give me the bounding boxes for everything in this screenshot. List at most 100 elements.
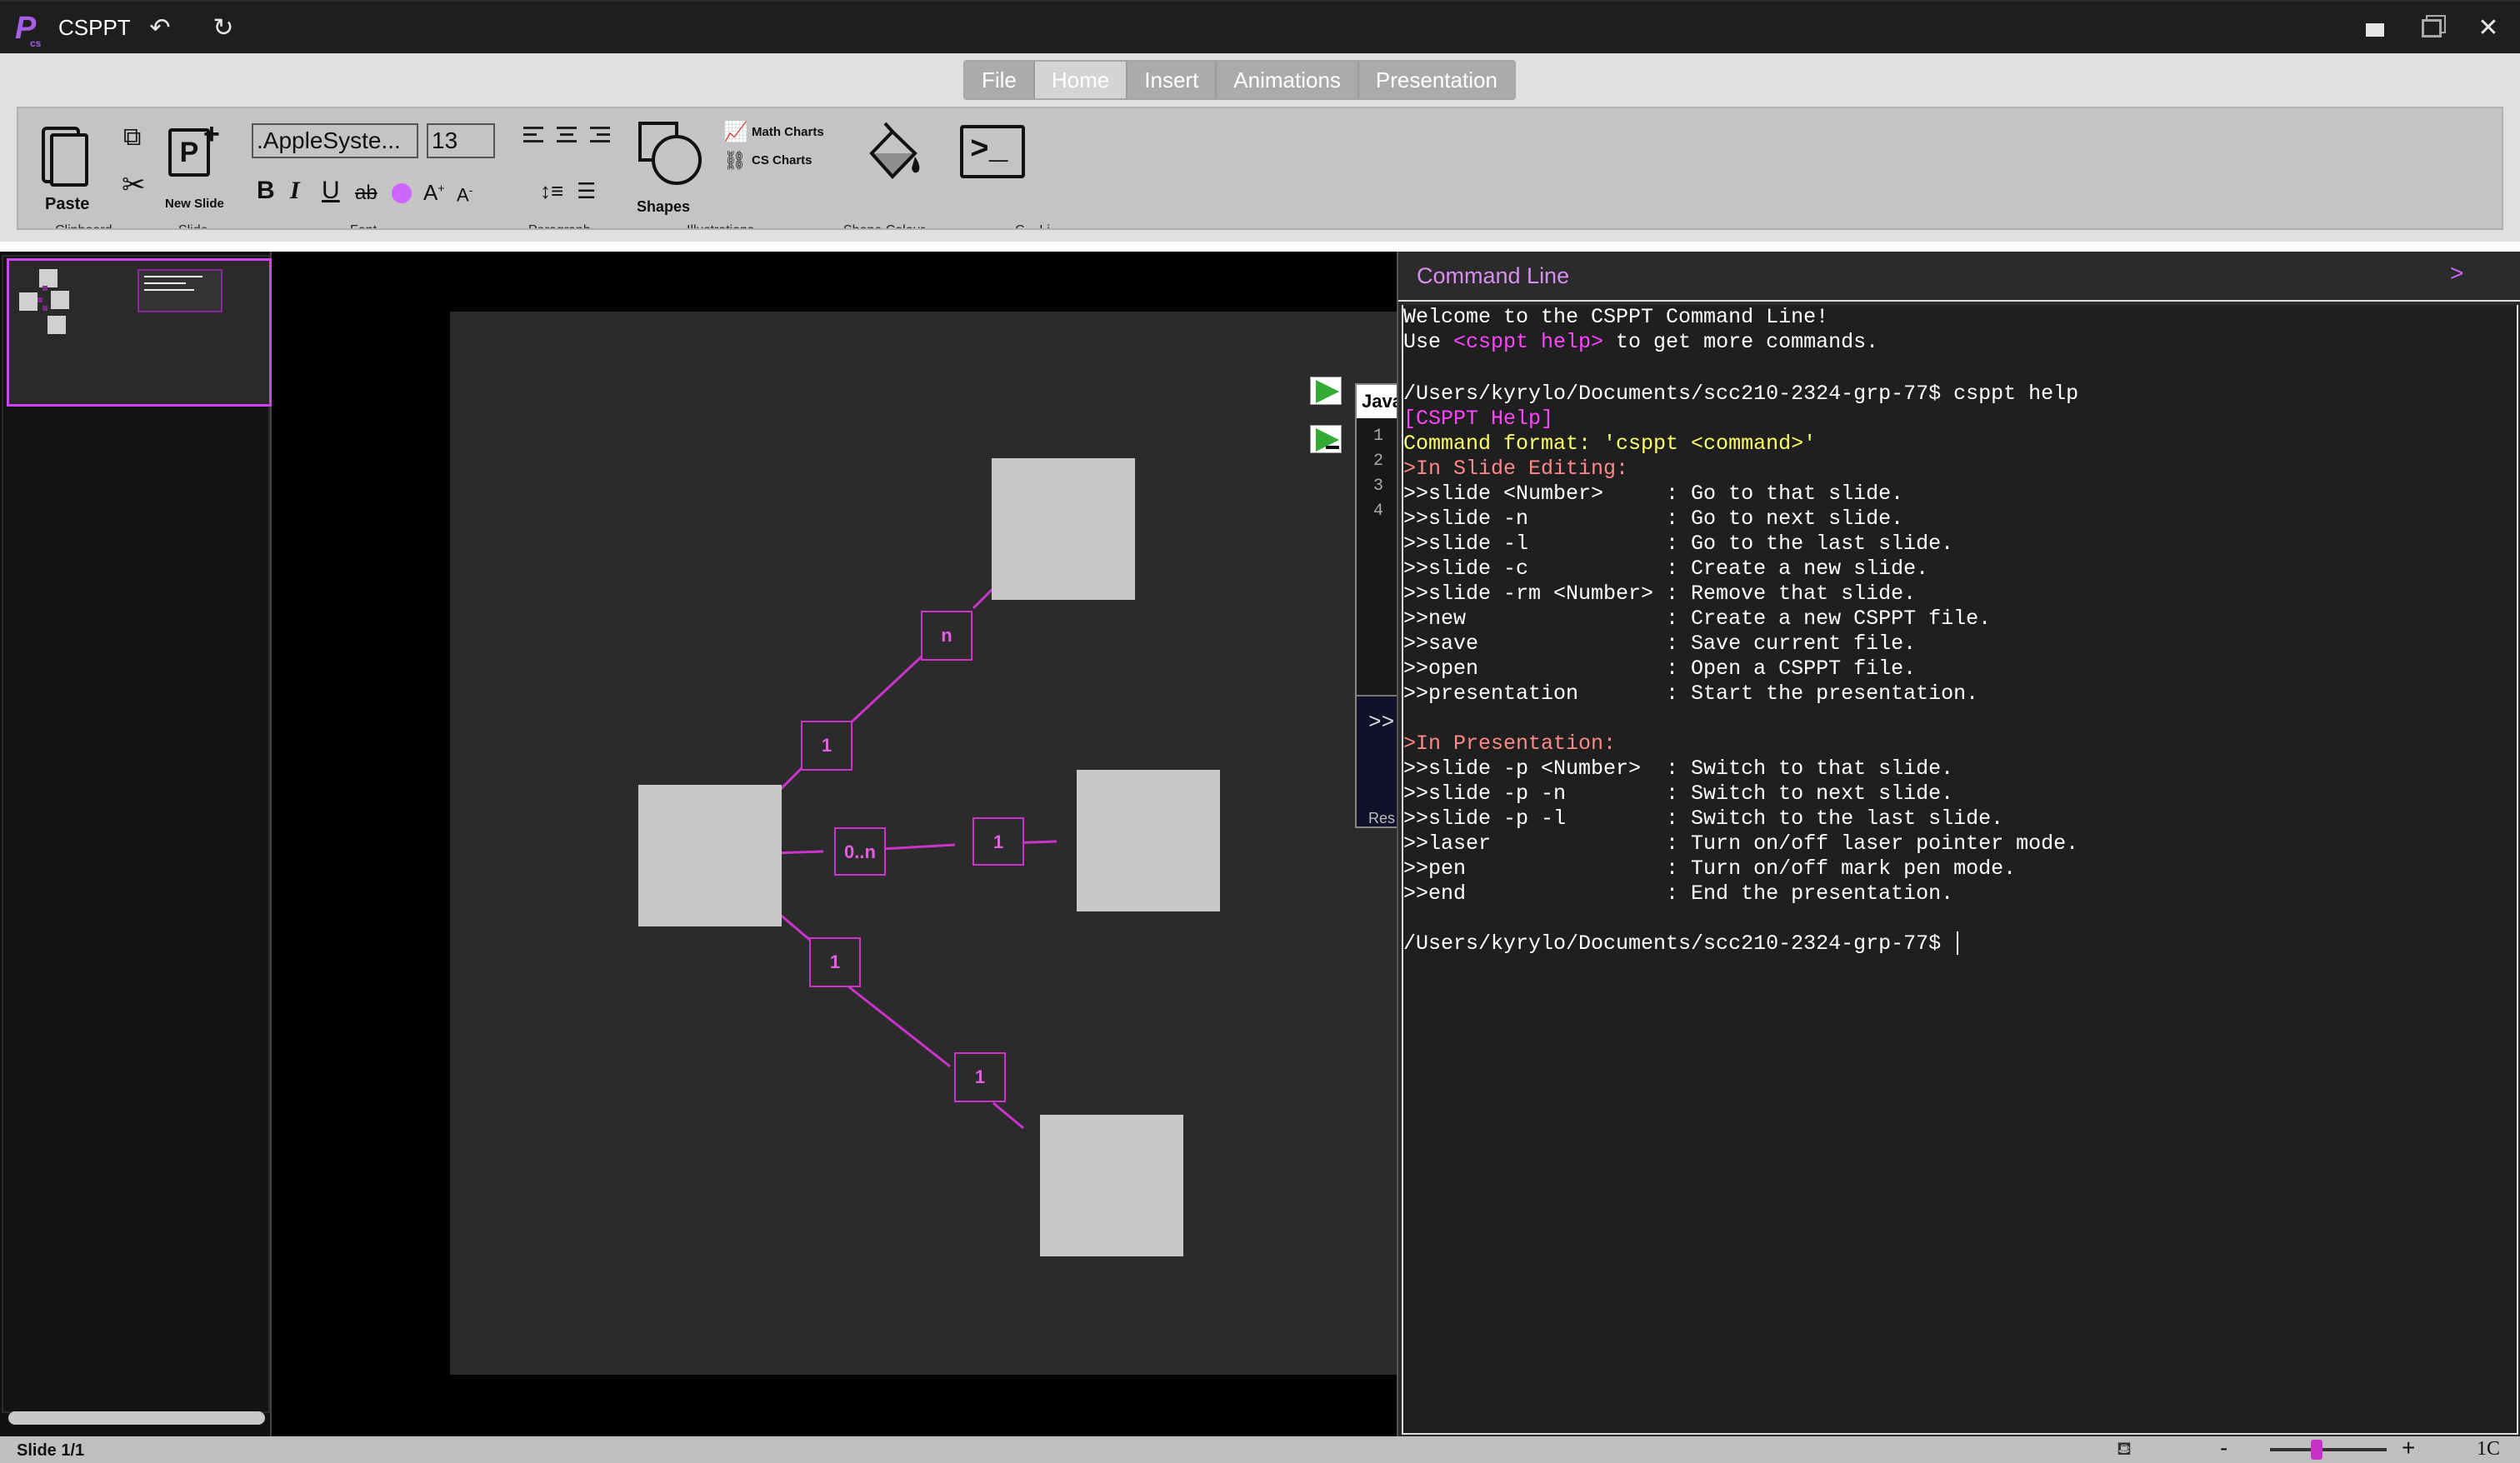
redo-icon[interactable]: ↻ — [207, 12, 240, 45]
connector-line — [848, 985, 951, 1068]
terminal-line: >>slide <Number> : Go to that slide. — [1403, 482, 1904, 506]
text-color-button[interactable] — [392, 183, 412, 203]
terminal-line: Welcome to the CSPPT Command Line! — [1403, 305, 1829, 329]
line-spacing-icon[interactable]: ↕≡ — [540, 178, 563, 204]
zoom-out-button[interactable]: - — [2220, 1435, 2228, 1461]
font-family-field[interactable]: .AppleSyste... — [252, 123, 418, 158]
app-title: CSPPT — [58, 15, 131, 40]
close-window-icon[interactable]: ✕ — [2472, 12, 2505, 45]
thumbnail-scrollbar[interactable] — [8, 1411, 265, 1425]
zoom-slider-thumb[interactable] — [2311, 1440, 2322, 1460]
terminal-line: >>presentation : Start the presentation. — [1403, 682, 1979, 706]
terminal-prompt: /Users/kyrylo/Documents/scc210-2324-grp-… — [1403, 931, 1954, 956]
italic-button[interactable]: I — [290, 177, 300, 205]
status-bar: Slide 1/1 ⛾ - + 1C — [0, 1435, 2520, 1463]
new-slide-button-label[interactable]: New Slide — [165, 197, 224, 211]
class-box-right — [1077, 770, 1220, 911]
uml-diagram: n 1 0..n 1 1 1 — [638, 458, 1220, 1256]
paint-bucket-icon[interactable] — [855, 120, 930, 195]
menu-tabs: File Home Insert Animations Presentation — [963, 60, 1516, 100]
slide-canvas: n 1 0..n 1 1 1 — [273, 252, 1397, 1436]
align-left-button[interactable] — [523, 127, 547, 147]
ribbon-panel: Paste ⧉ ✂ P + New Slide .AppleSyste... 1… — [17, 107, 2503, 230]
class-box-center — [638, 785, 782, 926]
terminal-line: >>slide -p -l : Switch to the last slide… — [1403, 806, 2004, 831]
group-label-paragraph: Paragraph — [528, 223, 591, 228]
minimize-icon[interactable] — [2358, 12, 2392, 45]
run-code-button[interactable] — [1310, 377, 1342, 405]
terminal-output[interactable]: Welcome to the CSPPT Command Line! Use <… — [1402, 305, 2518, 1435]
align-center-button[interactable] — [557, 127, 580, 147]
multiplicity-label: 0..n — [844, 841, 876, 862]
slide[interactable]: n 1 0..n 1 1 1 — [450, 312, 1397, 1375]
connector-line — [845, 655, 923, 728]
group-label-font: Font — [350, 223, 377, 228]
group-label-shape-colour: Shape Colour — [843, 223, 925, 228]
terminal-line: >>slide -p -n : Switch to next slide. — [1403, 781, 1954, 806]
tab-animations[interactable]: Animations — [1217, 62, 1359, 98]
increase-font-button[interactable]: A+ — [423, 180, 445, 206]
class-box-top — [992, 458, 1135, 600]
multiplicity-label: n — [941, 625, 952, 646]
group-label-slide: Slide — [178, 223, 208, 228]
tab-presentation[interactable]: Presentation — [1358, 62, 1514, 98]
code-language-label: Java — [1357, 385, 1397, 418]
zoom-level: 1C — [2477, 1438, 2501, 1460]
terminal-line: >>slide -rm <Number> : Remove that slide… — [1403, 582, 1917, 606]
decrease-font-button[interactable]: A- — [457, 183, 472, 206]
terminal-icon[interactable]: >_ — [960, 125, 1025, 178]
command-line-title: Command Line — [1417, 263, 1570, 288]
terminal-line: Command format: 'csppt <command>' — [1403, 432, 1817, 456]
group-label-clipboard: Clipboard — [55, 223, 112, 228]
slide-thumbnail-pane — [0, 252, 272, 1436]
terminal-line: >>new : Create a new CSPPT file. — [1403, 607, 1992, 631]
cs-charts-button[interactable]: CS Charts — [752, 153, 812, 167]
shapes-icon[interactable] — [637, 120, 703, 187]
tab-home[interactable]: Home — [1034, 62, 1128, 98]
align-right-button[interactable] — [590, 127, 613, 147]
font-size-field[interactable]: 13 — [427, 123, 495, 158]
paste-button-label[interactable]: Paste — [45, 195, 89, 214]
underline-button[interactable]: U — [322, 177, 340, 205]
cut-icon[interactable]: ✂ — [122, 168, 146, 202]
title-bar: Pcs CSPPT ↶ ↻ ✕ — [0, 0, 2520, 53]
code-output-panel: >> Res — [1357, 695, 1397, 826]
undo-icon[interactable]: ↶ — [143, 12, 177, 45]
text-cursor — [1957, 931, 1959, 956]
terminal-line: >>slide -l : Go to the last slide. — [1403, 532, 1954, 556]
restore-window-icon[interactable] — [2415, 12, 2448, 45]
terminal-line: >>end : End the presentation. — [1403, 881, 1954, 906]
line-number: 2 — [1373, 452, 1384, 471]
copy-icon[interactable]: ⧉ — [123, 123, 141, 152]
terminal-line: >In Presentation: — [1403, 732, 1617, 756]
bold-button[interactable]: B — [257, 177, 275, 205]
terminal-line: /Users/kyrylo/Documents/scc210-2324-grp-… — [1403, 382, 2079, 406]
multiplicity-label: 1 — [822, 735, 832, 756]
bullet-list-icon[interactable]: ☰ — [577, 178, 596, 204]
collapse-chevron-icon[interactable]: > — [2450, 260, 2463, 287]
tab-insert[interactable]: Insert — [1128, 62, 1218, 98]
tab-file[interactable]: File — [965, 62, 1035, 98]
line-number: 4 — [1373, 502, 1384, 521]
zoom-slider-track[interactable] — [2270, 1448, 2387, 1451]
terminal-line: >>laser : Turn on/off laser pointer mode… — [1403, 831, 2079, 856]
code-prompt: >> — [1368, 710, 1395, 735]
app-logo: Pcs — [15, 11, 42, 49]
presentation-icon[interactable]: ⛾ — [2117, 1438, 2132, 1462]
zoom-in-button[interactable]: + — [2402, 1435, 2415, 1461]
math-charts-button[interactable]: Math Charts — [752, 125, 824, 139]
tree-chart-icon[interactable]: ⛓ — [723, 150, 747, 172]
strikethrough-button[interactable]: ab — [355, 182, 378, 205]
command-line-header: Command Line > — [1398, 252, 2520, 302]
run-step-button[interactable] — [1310, 425, 1342, 453]
code-block[interactable]: Java 1 2 3 4 >> Res — [1355, 383, 1398, 828]
terminal-input-line[interactable]: /Users/kyrylo/Documents/scc210-2324-grp-… — [1403, 931, 1959, 956]
shapes-button-label[interactable]: Shapes — [637, 198, 690, 216]
multiplicity-label: 1 — [993, 831, 1003, 852]
line-chart-icon[interactable]: 📈 — [723, 120, 748, 144]
multiplicity-label: 1 — [830, 951, 840, 972]
paste-icon[interactable] — [37, 123, 88, 187]
terminal-line: >>slide -n : Go to next slide. — [1403, 507, 1904, 531]
plus-icon: + — [203, 118, 220, 150]
slide-thumbnail[interactable] — [7, 258, 272, 407]
